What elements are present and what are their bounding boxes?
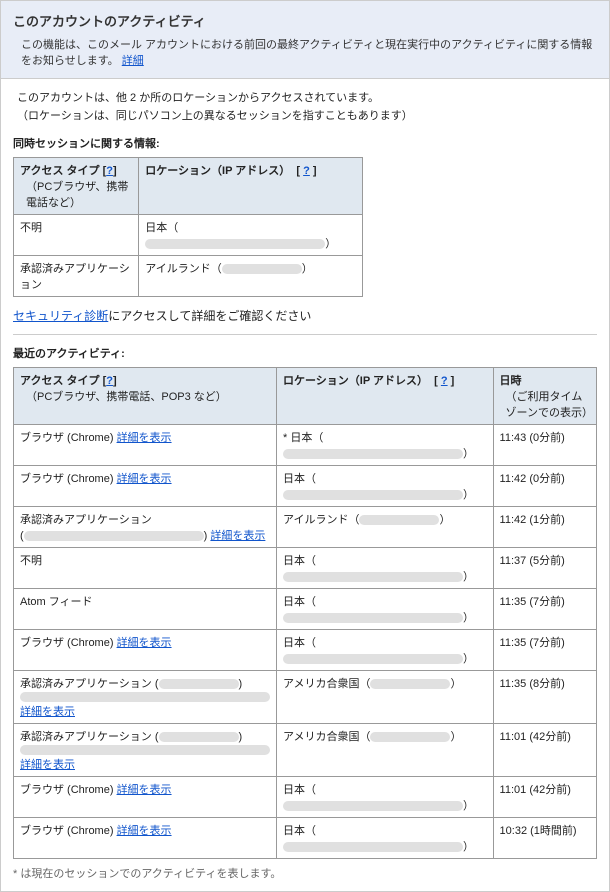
recent-title: 最近のアクティビティ: (13, 345, 597, 361)
activity-page: このアカウントのアクティビティ この機能は、このメール アカウントにおける前回の… (0, 0, 610, 892)
redacted-ip: x (283, 490, 463, 500)
page-content: このアカウントは、他 2 か所のロケーションからアクセスされています。 （ロケー… (1, 79, 609, 891)
detail-link[interactable]: 詳細を表示 (117, 637, 172, 649)
redacted-ip: x (370, 679, 450, 689)
security-line: セキュリティ診断にアクセスして詳細をご確認ください (13, 307, 597, 324)
redacted-ip: x (283, 654, 463, 664)
redacted-ip: x (283, 613, 463, 623)
table-row: ブラウザ (Chrome) 詳細を表示日本（x）10:32 (1時間前) (14, 818, 597, 859)
redacted-text: x (159, 679, 239, 689)
help-link[interactable]: ? (303, 165, 310, 177)
access-info: このアカウントは、他 2 か所のロケーションからアクセスされています。 （ロケー… (13, 89, 597, 123)
table-row: 承認済みアプリケーション(x) 詳細を表示アイルランド（x）11:42 (1分前… (14, 507, 597, 548)
details-link[interactable]: 詳細 (122, 55, 144, 67)
table-row: ブラウザ (Chrome) 詳細を表示日本（x）11:01 (42分前) (14, 777, 597, 818)
detail-link[interactable]: 詳細を表示 (117, 473, 172, 485)
recent-table: アクセス タイプ [?] （PCブラウザ、携帯電話、POP3 など） ロケーショ… (13, 367, 597, 859)
table-row: 承認済みアプリケーション (x)x詳細を表示アメリカ合衆国（x）11:35 (8… (14, 671, 597, 724)
redacted-ip: x (283, 842, 463, 852)
detail-link[interactable]: 詳細を表示 (117, 784, 172, 796)
detail-link[interactable]: 詳細を表示 (210, 530, 265, 542)
redacted-ip: x (222, 264, 302, 274)
col-location: ロケーション（IP アドレス） [ ? ] (277, 368, 494, 425)
table-row: ブラウザ (Chrome) 詳細を表示日本（x）11:35 (7分前) (14, 630, 597, 671)
table-row: ブラウザ (Chrome) 詳細を表示日本（x）11:42 (0分前) (14, 466, 597, 507)
page-header: このアカウントのアクティビティ この機能は、このメール アカウントにおける前回の… (1, 1, 609, 79)
footnote: * は現在のセッションでのアクティビティを表します。 (13, 865, 597, 881)
detail-link[interactable]: 詳細を表示 (20, 706, 75, 718)
redacted-text: x (159, 732, 239, 742)
table-row: 承認済みアプリケーション (x)x詳細を表示アメリカ合衆国（x）11:01 (4… (14, 724, 597, 777)
concurrent-title: 同時セッションに関する情報: (13, 135, 597, 151)
col-access-type: アクセス タイプ [?] （PCブラウザ、携帯電話など） (14, 158, 139, 215)
help-link[interactable]: ? (106, 375, 113, 387)
concurrent-table: アクセス タイプ [?] （PCブラウザ、携帯電話など） ロケーション（IP ア… (13, 157, 363, 297)
redacted-text: x (20, 692, 270, 702)
redacted-text: x (24, 531, 204, 541)
page-description: この機能は、このメール アカウントにおける前回の最終アクティビティと現在実行中の… (13, 36, 597, 68)
divider (13, 334, 597, 335)
access-line2: （ロケーションは、同じパソコン上の異なるセッションを指すこともあります） (13, 107, 597, 123)
redacted-text: x (20, 745, 270, 755)
detail-link[interactable]: 詳細を表示 (20, 759, 75, 771)
table-row: Atom フィード日本（x）11:35 (7分前) (14, 589, 597, 630)
redacted-ip: x (283, 801, 463, 811)
help-link[interactable]: ? (441, 375, 448, 387)
page-title: このアカウントのアクティビティ (13, 11, 597, 30)
col-datetime: 日時 （ご利用タイム ゾーンでの表示） (493, 368, 596, 425)
detail-link[interactable]: 詳細を表示 (117, 432, 172, 444)
table-row: ブラウザ (Chrome) 詳細を表示* 日本（x）11:43 (0分前) (14, 425, 597, 466)
col-location: ロケーション（IP アドレス） [ ? ] (139, 158, 363, 215)
redacted-ip: x (283, 449, 463, 459)
table-row: 不明日本（x）11:37 (5分前) (14, 548, 597, 589)
table-row: 不明 日本（x） (14, 215, 363, 256)
detail-link[interactable]: 詳細を表示 (117, 825, 172, 837)
security-diag-link[interactable]: セキュリティ診断 (13, 309, 108, 323)
table-row: 承認済みアプリケーション アイルランド（x） (14, 256, 363, 297)
col-access-type: アクセス タイプ [?] （PCブラウザ、携帯電話、POP3 など） (14, 368, 277, 425)
redacted-ip: x (359, 515, 439, 525)
redacted-ip: x (370, 732, 450, 742)
redacted-ip: x (283, 572, 463, 582)
help-link[interactable]: ? (106, 165, 113, 177)
access-line1: このアカウントは、他 2 か所のロケーションからアクセスされています。 (13, 89, 597, 105)
redacted-ip: x (145, 239, 325, 249)
